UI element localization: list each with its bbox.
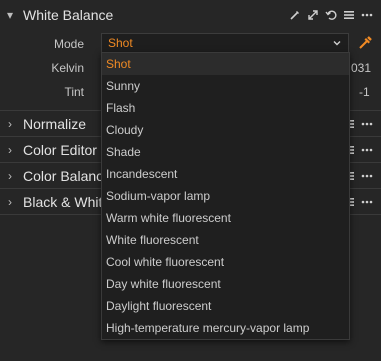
mode-option-cloudy[interactable]: Cloudy: [102, 119, 349, 141]
mode-option-cool-white-fluorescent[interactable]: Cool white fluorescent: [102, 251, 349, 273]
kelvin-value[interactable]: 031: [351, 61, 371, 75]
adjustments-panel: ▾ White Balance Mode Shot Kelvin 031 Tin…: [0, 0, 381, 361]
more-icon[interactable]: [361, 196, 373, 208]
white-balance-tools: [289, 2, 373, 28]
mode-option-shot[interactable]: Shot: [102, 53, 349, 75]
chevron-right-icon[interactable]: ›: [1, 143, 19, 157]
mode-option-incandescent[interactable]: Incandescent: [102, 163, 349, 185]
panel-title: Normalize: [23, 116, 87, 132]
mode-select[interactable]: Shot: [101, 33, 349, 53]
more-icon[interactable]: [361, 118, 373, 130]
reset-icon[interactable]: [325, 9, 337, 21]
mode-option-day-white-fluorescent[interactable]: Day white fluorescent: [102, 273, 349, 295]
mode-option-white-fluorescent[interactable]: White fluorescent: [102, 229, 349, 251]
tint-label: Tint: [64, 85, 84, 99]
mode-dropdown-menu: Shot Sunny Flash Cloudy Shade Incandesce…: [101, 52, 350, 340]
expand-icon[interactable]: [307, 9, 319, 21]
chevron-down-icon: [330, 36, 344, 50]
more-icon[interactable]: [361, 170, 373, 182]
panel-title: Color Balance: [23, 168, 111, 184]
picker-icon[interactable]: [289, 9, 301, 21]
mode-option-shade[interactable]: Shade: [102, 141, 349, 163]
white-balance-header[interactable]: ▾ White Balance: [0, 2, 381, 28]
mode-option-warm-white-fluorescent[interactable]: Warm white fluorescent: [102, 207, 349, 229]
mode-option-daylight-fluorescent[interactable]: Daylight fluorescent: [102, 295, 349, 317]
tint-value[interactable]: -1: [359, 85, 370, 99]
panel-title: Black & White: [23, 194, 111, 210]
white-balance-title: White Balance: [23, 7, 114, 23]
mode-option-sodium-vapor[interactable]: Sodium-vapor lamp: [102, 185, 349, 207]
chevron-right-icon[interactable]: ›: [1, 169, 19, 183]
chevron-down-icon[interactable]: ▾: [1, 8, 19, 22]
chevron-right-icon[interactable]: ›: [1, 117, 19, 131]
mode-option-sunny[interactable]: Sunny: [102, 75, 349, 97]
menu-icon[interactable]: [343, 9, 355, 21]
mode-label: Mode: [53, 37, 84, 51]
mode-value: Shot: [108, 36, 133, 50]
white-balance-picker-icon[interactable]: [356, 34, 374, 52]
kelvin-label: Kelvin: [51, 61, 84, 75]
more-icon[interactable]: [361, 9, 373, 21]
chevron-right-icon[interactable]: ›: [1, 195, 19, 209]
mode-option-flash[interactable]: Flash: [102, 97, 349, 119]
mode-option-mercury-vapor[interactable]: High-temperature mercury-vapor lamp: [102, 317, 349, 339]
panel-title: Color Editor: [23, 142, 97, 158]
more-icon[interactable]: [361, 144, 373, 156]
